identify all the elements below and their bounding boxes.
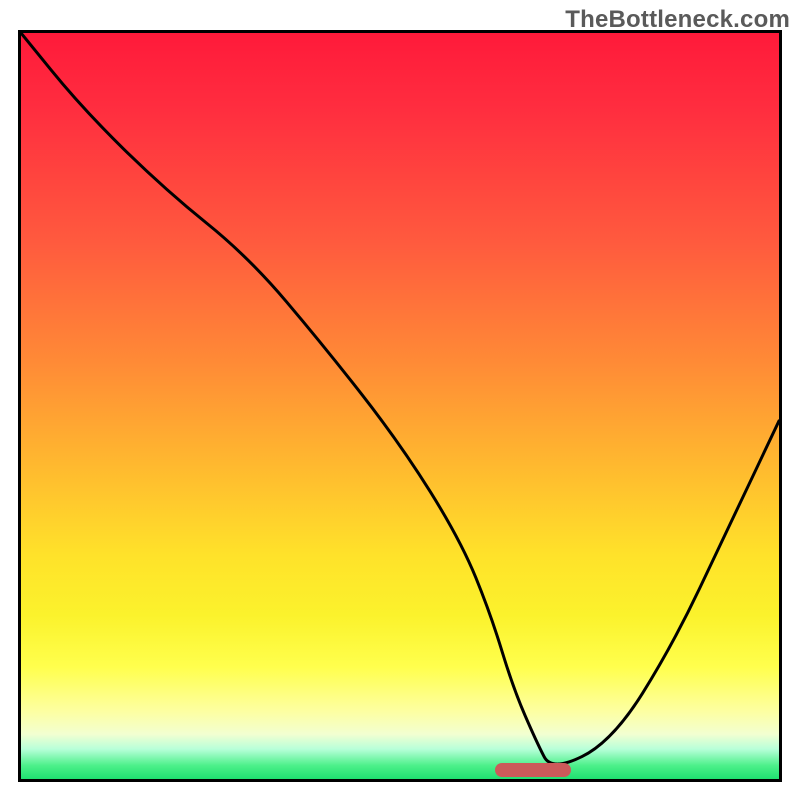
bottleneck-curve: [21, 33, 779, 779]
optimal-range-marker: [495, 763, 571, 777]
chart-container: TheBottleneck.com: [0, 0, 800, 800]
plot-area: [18, 30, 782, 782]
